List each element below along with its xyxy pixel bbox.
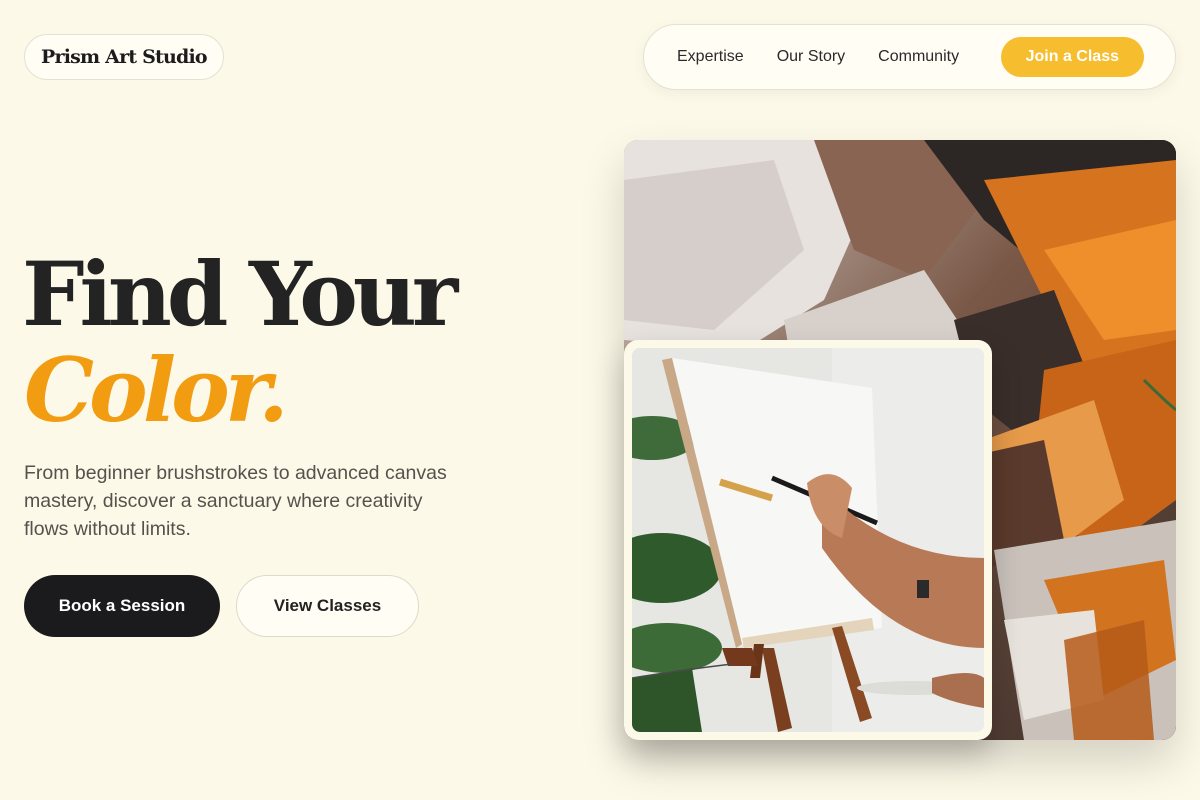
inset-painting-image: [632, 348, 984, 732]
book-session-button[interactable]: Book a Session: [24, 575, 220, 637]
top-nav: Expertise Our Story Community Join a Cla…: [643, 24, 1176, 90]
join-class-button[interactable]: Join a Class: [1000, 37, 1144, 77]
hero-description: From beginner brushstrokes to advanced c…: [24, 462, 447, 540]
nav-link-our-story[interactable]: Our Story: [777, 48, 845, 66]
easel-painting-graphic: [632, 348, 984, 732]
hero-title: Find Your: [22, 242, 458, 346]
nav-link-community[interactable]: Community: [878, 48, 959, 66]
hero-title-accent: Color.: [24, 338, 289, 442]
inset-image-frame: [624, 340, 992, 740]
nav-link-expertise[interactable]: Expertise: [677, 48, 744, 66]
brand-logo[interactable]: Prism Art Studio: [24, 34, 224, 80]
view-classes-button[interactable]: View Classes: [236, 575, 419, 637]
